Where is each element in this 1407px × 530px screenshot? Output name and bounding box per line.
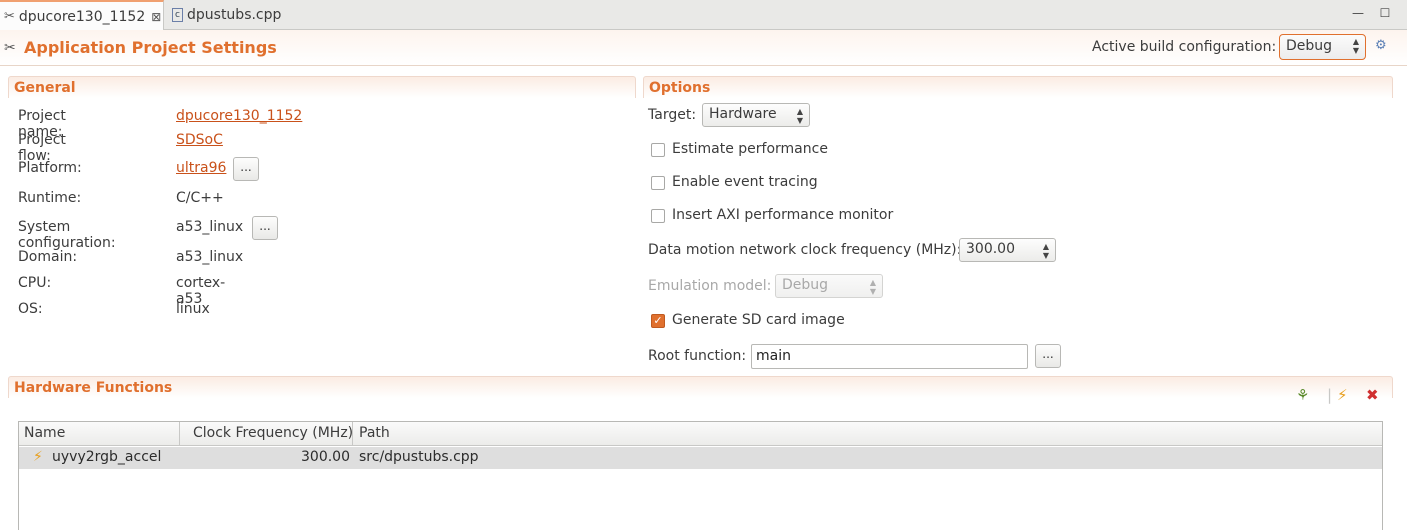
sd-card-checkbox[interactable]: ✓ xyxy=(651,314,665,328)
editor-tab-bar: ✂ dpucore130_1152 ⊠ c dpustubs.cpp — ☐ xyxy=(0,0,1407,31)
general-section-title: General xyxy=(14,80,76,96)
options-section-header: Options xyxy=(643,76,1393,98)
system-config-browse-button[interactable]: ... xyxy=(252,216,278,240)
runtime-label: Runtime: xyxy=(18,190,82,206)
os-label: OS: xyxy=(18,301,43,317)
column-clock[interactable]: Clock Frequency (MHz) xyxy=(193,425,353,441)
tab-project-settings[interactable]: ✂ dpucore130_1152 ⊠ xyxy=(0,0,164,31)
clock-frequency-spinner[interactable]: 300.00 ▲ ▼ xyxy=(959,238,1056,262)
hardware-functions-table: Name Clock Frequency (MHz) Path ⚡ uyvy2r… xyxy=(18,421,1383,530)
manage-config-icon[interactable]: ⚙ xyxy=(1375,38,1389,53)
clock-frequency-label: Data motion network clock frequency (MHz… xyxy=(648,242,962,258)
cpp-file-icon: c xyxy=(172,8,183,22)
estimate-icon[interactable]: ⚘ xyxy=(1296,386,1309,404)
system-config-value: a53_linux xyxy=(176,219,244,235)
emulation-model-label: Emulation model: xyxy=(648,278,772,294)
target-select[interactable]: Hardware ▲ ▼ xyxy=(702,103,810,127)
page-title: Application Project Settings xyxy=(24,38,277,57)
axi-monitor-label: Insert AXI performance monitor xyxy=(672,207,894,223)
clock-frequency-value: 300.00 xyxy=(966,241,1015,257)
function-path: src/dpustubs.cpp xyxy=(359,449,479,465)
emulation-model-select: Debug ▲ ▼ xyxy=(775,274,883,298)
general-section-header: General xyxy=(8,76,636,98)
platform-label: Platform: xyxy=(18,160,82,176)
project-name-link[interactable]: dpucore130_1152 xyxy=(176,108,302,124)
spinner-icon: ▲ ▼ xyxy=(1352,37,1359,55)
function-clock: 300.00 xyxy=(301,449,350,465)
event-tracing-label: Enable event tracing xyxy=(672,174,818,190)
page-header: ✂ Application Project Settings Active bu… xyxy=(0,30,1407,66)
domain-value: a53_linux xyxy=(176,249,244,265)
maximize-icon[interactable]: ☐ xyxy=(1377,6,1393,22)
root-function-browse-button[interactable]: ... xyxy=(1035,344,1061,368)
column-divider xyxy=(352,422,353,446)
function-icon: ⚡ xyxy=(33,449,43,465)
sd-card-label: Generate SD card image xyxy=(672,312,845,328)
minimize-icon[interactable]: — xyxy=(1350,6,1366,22)
root-function-input[interactable]: main xyxy=(751,344,1028,369)
estimate-performance-checkbox[interactable] xyxy=(651,143,665,157)
active-build-config-select[interactable]: Debug ▲ ▼ xyxy=(1279,34,1366,60)
event-tracing-checkbox[interactable] xyxy=(651,176,665,190)
column-name[interactable]: Name xyxy=(24,425,65,441)
system-config-label: System configuration: xyxy=(18,219,116,251)
tab-label: dpucore130_1152 xyxy=(18,8,146,25)
spinner-icon: ▲ ▼ xyxy=(1042,242,1049,260)
axi-monitor-checkbox[interactable] xyxy=(651,209,665,223)
hardware-functions-title: Hardware Functions xyxy=(14,380,173,396)
cpu-label: CPU: xyxy=(18,275,52,291)
spinner-icon: ▲ ▼ xyxy=(796,107,803,125)
emulation-model-value: Debug xyxy=(782,277,829,293)
hardware-functions-header: Hardware Functions xyxy=(8,376,1393,398)
target-value: Hardware xyxy=(709,106,777,122)
function-name: uyvy2rgb_accel xyxy=(52,449,162,465)
settings-icon: ✂ xyxy=(4,9,15,24)
add-function-icon[interactable]: ⚡ xyxy=(1337,386,1348,404)
root-function-label: Root function: xyxy=(648,348,747,364)
project-flow-link[interactable]: SDSoC xyxy=(176,132,223,148)
close-icon[interactable]: ⊠ xyxy=(151,10,161,24)
options-section-title: Options xyxy=(649,80,711,96)
tab-label: dpustubs.cpp xyxy=(187,7,282,23)
toolbar-separator: | xyxy=(1327,386,1333,404)
active-build-config-label: Active build configuration: xyxy=(1092,39,1277,55)
active-build-config-value: Debug xyxy=(1286,38,1333,54)
table-header: Name Clock Frequency (MHz) Path xyxy=(19,422,1382,446)
platform-link[interactable]: ultra96 xyxy=(176,160,226,176)
column-path[interactable]: Path xyxy=(359,425,390,441)
platform-browse-button[interactable]: ... xyxy=(233,157,259,181)
os-value: linux xyxy=(176,301,210,317)
table-row[interactable]: ⚡ uyvy2rgb_accel 300.00 src/dpustubs.cpp xyxy=(19,447,1382,469)
runtime-value: C/C++ xyxy=(176,190,224,206)
column-divider xyxy=(179,422,180,446)
estimate-performance-label: Estimate performance xyxy=(672,141,828,157)
domain-label: Domain: xyxy=(18,249,78,265)
tab-dpustubs-cpp[interactable]: c dpustubs.cpp xyxy=(166,0,316,30)
target-label: Target: xyxy=(648,107,697,123)
spinner-icon: ▲ ▼ xyxy=(869,278,876,296)
remove-function-icon[interactable]: ✖ xyxy=(1366,386,1379,404)
settings-icon: ✂ xyxy=(4,40,16,56)
